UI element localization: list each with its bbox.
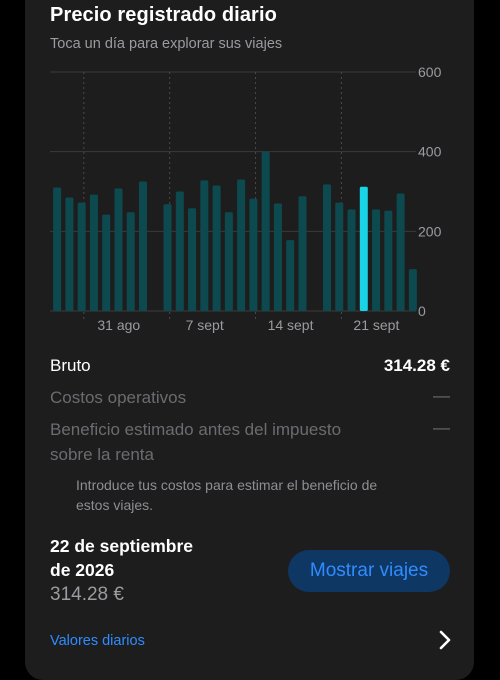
bar[interactable]	[347, 209, 356, 311]
bar[interactable]	[335, 202, 344, 311]
bar[interactable]	[77, 202, 86, 311]
selected-date: 22 de septiembre de 2026	[50, 534, 250, 582]
show-trips-button[interactable]: Mostrar viajes	[288, 550, 450, 592]
bar[interactable]	[286, 240, 295, 311]
estimated-profit-label-line2: sobre la renta	[50, 445, 154, 464]
bar[interactable]	[273, 203, 282, 311]
daily-values-link[interactable]: Valores diarios	[50, 633, 145, 649]
y-tick-label: 0	[418, 303, 426, 319]
bar[interactable]	[175, 191, 184, 312]
bar[interactable]	[65, 197, 74, 311]
costs-hint: Introduce tus costos para estimar el ben…	[76, 475, 436, 515]
y-tick-label: 400	[418, 144, 442, 160]
x-tick-label: 31 ago	[97, 317, 140, 333]
x-tick-label: 7 sept	[186, 317, 224, 333]
costs-hint-line2: estos viajes.	[76, 497, 154, 513]
bar[interactable]	[408, 269, 417, 311]
gross-label: Bruto	[50, 356, 91, 375]
bar[interactable]	[126, 212, 135, 311]
bar[interactable]	[114, 188, 123, 311]
operating-costs-label: Costos operativos	[50, 388, 187, 407]
bar[interactable]	[237, 179, 246, 311]
x-tick-label: 21 sept	[353, 317, 399, 333]
selected-date-line2: de 2026	[50, 560, 115, 580]
bar[interactable]	[200, 180, 209, 311]
bar[interactable]	[212, 185, 221, 311]
bar[interactable]	[89, 194, 98, 311]
y-tick-label: 200	[418, 223, 442, 239]
bar[interactable]	[163, 204, 172, 311]
bar[interactable]	[224, 212, 233, 311]
estimated-profit-label-line1: Beneficio estimado antes del impuesto	[50, 420, 342, 439]
chevron-right-icon[interactable]	[436, 628, 454, 652]
bar[interactable]	[372, 209, 381, 311]
bar[interactable]	[102, 214, 111, 311]
bar[interactable]	[384, 210, 393, 311]
gross-value: 314.28 €	[383, 356, 450, 375]
bar-selected[interactable]	[359, 186, 368, 311]
x-tick-label: 14 sept	[268, 317, 314, 333]
daily-price-chart[interactable]: 0 200 400 600 31 ago 7 sept 14 sept 21 sept	[0, 0, 500, 340]
operating-costs-value[interactable]: —	[433, 386, 450, 406]
bar[interactable]	[53, 187, 62, 311]
bar[interactable]	[139, 181, 147, 311]
bar[interactable]	[261, 151, 270, 311]
bar[interactable]	[188, 208, 197, 311]
y-tick-label: 600	[418, 64, 442, 80]
bar[interactable]	[396, 193, 405, 311]
costs-hint-line1: Introduce tus costos para estimar el ben…	[76, 477, 378, 493]
estimated-profit-value[interactable]: —	[433, 418, 450, 438]
selected-date-line1: 22 de septiembre	[50, 536, 193, 556]
selected-amount: 314.28 €	[50, 584, 124, 605]
bar[interactable]	[298, 196, 307, 311]
bar[interactable]	[323, 184, 331, 311]
bar[interactable]	[249, 198, 258, 311]
